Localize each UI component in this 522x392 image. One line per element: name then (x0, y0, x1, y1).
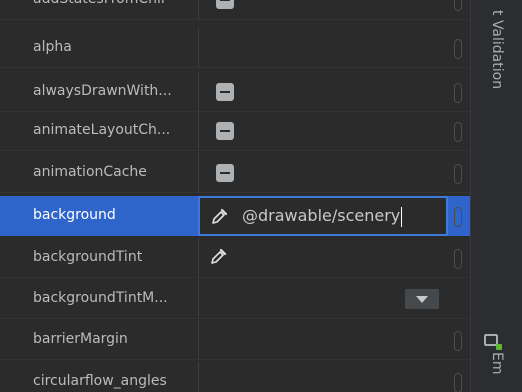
attribute-value-cell[interactable] (199, 0, 439, 19)
attribute-row-animatelayout[interactable]: animateLayoutCh... (0, 111, 470, 151)
attribute-value-cell[interactable] (199, 153, 439, 192)
attribute-value-cell[interactable] (199, 320, 439, 359)
attribute-row-alpha[interactable]: alpha (0, 28, 470, 68)
eyedropper-icon[interactable] (209, 248, 227, 266)
attribute-name: barrierMargin (33, 331, 128, 347)
attribute-name: alwaysDrawnWith... (33, 83, 172, 99)
attribute-value-editor[interactable]: @drawable/scenery (198, 196, 448, 236)
attribute-name: background (33, 207, 116, 223)
attribute-row-animationcache[interactable]: animationCache (0, 153, 470, 193)
attribute-row-alwaysdrawn[interactable]: alwaysDrawnWith... (0, 72, 470, 112)
attribute-name: animateLayoutCh... (33, 122, 171, 138)
attribute-row-backgroundtint[interactable]: backgroundTint (0, 238, 470, 278)
text-caret (401, 206, 403, 227)
row-handle (454, 249, 462, 269)
attribute-name: backgroundTintM... (33, 290, 168, 306)
dropdown-button[interactable] (405, 289, 439, 309)
row-handle (454, 39, 462, 59)
attribute-value-cell[interactable] (199, 111, 439, 150)
row-handle (454, 207, 462, 227)
validation-tab[interactable]: t Validation (489, 10, 505, 89)
attribute-row-addstates[interactable]: addStatesFromChil (0, 0, 470, 20)
chevron-down-icon (416, 295, 428, 303)
attribute-name: animationCache (33, 164, 147, 180)
row-handle (454, 0, 462, 11)
flag-toggle-icon[interactable] (216, 0, 234, 9)
attribute-value-cell[interactable] (199, 238, 439, 277)
attributes-table: addStatesFromChil alpha alwaysDrawnWith.… (0, 0, 470, 392)
attribute-value-cell[interactable] (199, 362, 439, 392)
attribute-name: alpha (33, 39, 72, 55)
attribute-row-background[interactable]: background @drawable/scenery (0, 196, 470, 236)
attribute-value-cell[interactable] (199, 28, 439, 67)
emulator-icon[interactable] (484, 334, 502, 350)
eyedropper-icon[interactable] (210, 208, 228, 226)
attribute-name: addStatesFromChil (0, 0, 198, 19)
row-handle (454, 122, 462, 142)
flag-toggle-icon[interactable] (216, 122, 234, 140)
attribute-value-cell[interactable] (199, 279, 439, 318)
row-handle (454, 331, 462, 351)
row-handle (454, 373, 462, 392)
row-handle (454, 164, 462, 184)
emulator-tab[interactable]: Em (489, 352, 505, 374)
attribute-row-barriermargin[interactable]: barrierMargin (0, 320, 470, 360)
attribute-value-input[interactable]: @drawable/scenery (242, 198, 403, 234)
attribute-row-backgroundtintmode[interactable]: backgroundTintM... (0, 279, 470, 319)
flag-toggle-icon[interactable] (216, 164, 234, 182)
row-handle (454, 83, 462, 103)
attribute-name: circularflow_angles (33, 373, 167, 389)
attribute-name: backgroundTint (33, 249, 143, 265)
attribute-row-circularflow[interactable]: circularflow_angles (0, 362, 470, 392)
attribute-value-cell[interactable] (199, 72, 439, 111)
flag-toggle-icon[interactable] (216, 83, 234, 101)
